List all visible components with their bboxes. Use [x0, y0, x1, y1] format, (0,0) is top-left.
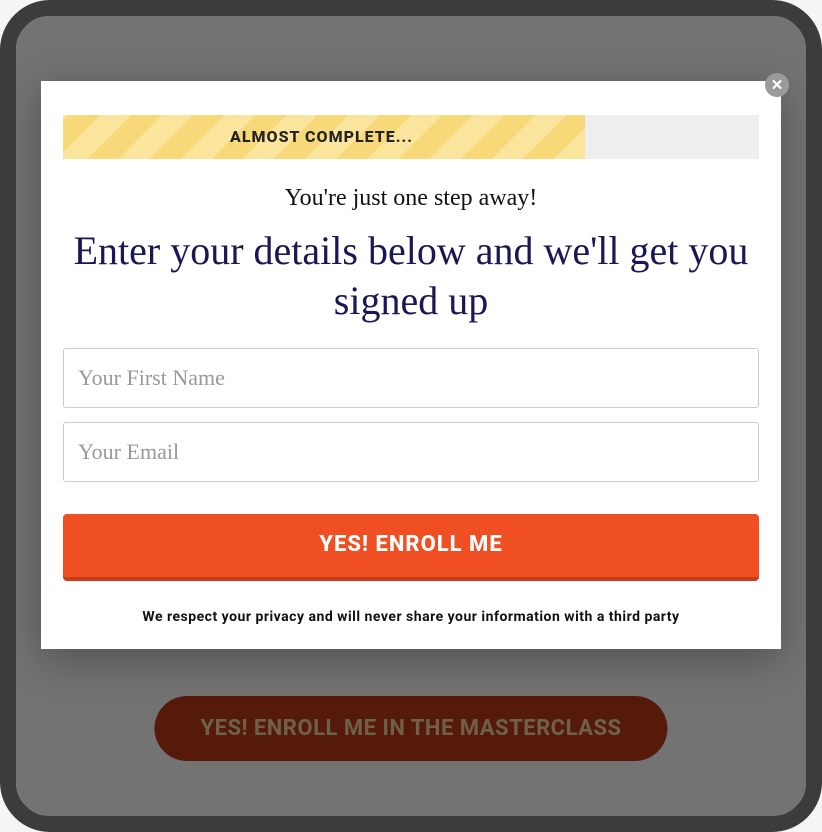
progress-bar: ALMOST COMPLETE... — [63, 115, 759, 159]
close-icon[interactable]: ✕ — [765, 73, 789, 97]
progress-bar-label: ALMOST COMPLETE... — [230, 115, 759, 159]
modal-subhead: You're just one step away! — [63, 185, 759, 212]
submit-button[interactable]: YES! ENROLL ME — [63, 514, 759, 581]
first-name-input[interactable] — [63, 348, 759, 408]
device-frame: ipsum dolor sit amet elemen sociis. Soci… — [0, 0, 822, 832]
modal-headline: Enter your details below and we'll get y… — [63, 226, 759, 326]
signup-modal: ✕ ALMOST COMPLETE... You're just one ste… — [41, 81, 781, 649]
privacy-text: We respect your privacy and will never s… — [63, 609, 759, 625]
email-input[interactable] — [63, 422, 759, 482]
